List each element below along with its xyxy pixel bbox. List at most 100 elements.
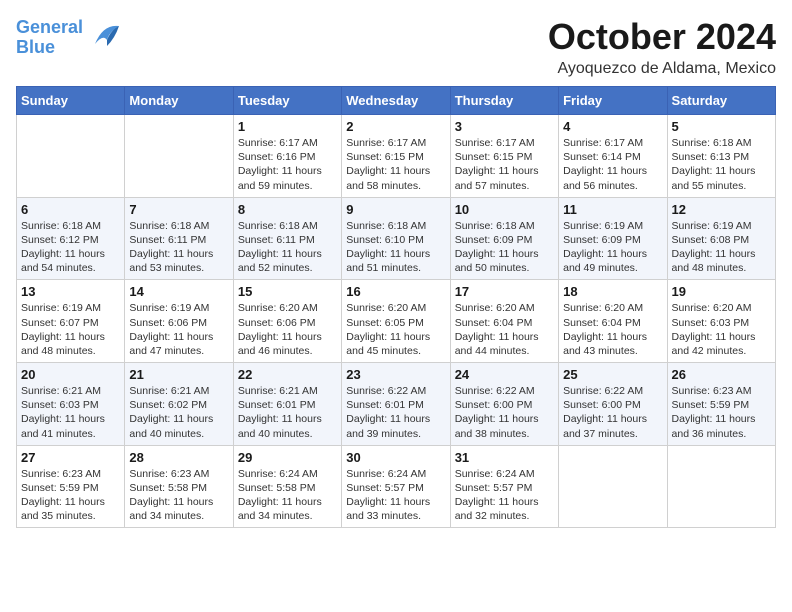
day-number: 3 [455,119,554,134]
day-info: Sunrise: 6:20 AMSunset: 6:03 PMDaylight:… [672,301,771,358]
calendar-week-row: 27Sunrise: 6:23 AMSunset: 5:59 PMDayligh… [17,445,776,528]
day-number: 25 [563,367,662,382]
calendar-cell [17,115,125,198]
day-info: Sunrise: 6:24 AMSunset: 5:58 PMDaylight:… [238,467,337,524]
calendar-cell: 27Sunrise: 6:23 AMSunset: 5:59 PMDayligh… [17,445,125,528]
day-info: Sunrise: 6:20 AMSunset: 6:04 PMDaylight:… [563,301,662,358]
logo: General Blue [16,16,125,59]
day-info: Sunrise: 6:17 AMSunset: 6:15 PMDaylight:… [455,136,554,193]
day-number: 29 [238,450,337,465]
day-of-week-header: Tuesday [233,87,341,115]
day-number: 15 [238,284,337,299]
calendar-cell: 17 Sunrise: 6:20 AMSunset: 6:04 PMDayligh… [450,280,558,363]
day-number: 7 [129,202,228,217]
day-of-week-header: Wednesday [342,87,450,115]
day-number: 16 [346,284,445,299]
day-info: Sunrise: 6:20 AMSunset: 6:06 PMDaylight:… [238,301,337,358]
day-number: 19 [672,284,771,299]
day-of-week-header: Saturday [667,87,775,115]
day-number: 12 [672,202,771,217]
day-info: Sunrise: 6:19 AMSunset: 6:09 PMDaylight:… [563,219,662,276]
day-info: Sunrise: 6:23 AMSunset: 5:58 PMDaylight:… [129,467,228,524]
calendar-week-row: 1Sunrise: 6:17 AMSunset: 6:16 PMDaylight… [17,115,776,198]
calendar-cell: 15 Sunrise: 6:20 AMSunset: 6:06 PMDayligh… [233,280,341,363]
calendar-cell: 12Sunrise: 6:19 AMSunset: 6:08 PMDayligh… [667,197,775,280]
day-info: Sunrise: 6:17 AMSunset: 6:14 PMDaylight:… [563,136,662,193]
calendar-cell: 22 Sunrise: 6:21 AMSunset: 6:01 PMDayligh… [233,363,341,446]
day-info: Sunrise: 6:20 AMSunset: 6:05 PMDaylight:… [346,301,445,358]
day-info: Sunrise: 6:21 AMSunset: 6:01 PMDaylight:… [238,384,337,441]
day-info: Sunrise: 6:20 AMSunset: 6:04 PMDaylight:… [455,301,554,358]
day-info: Sunrise: 6:23 AMSunset: 5:59 PMDaylight:… [672,384,771,441]
calendar-cell: 9Sunrise: 6:18 AMSunset: 6:10 PMDaylight… [342,197,450,280]
day-info: Sunrise: 6:18 AMSunset: 6:11 PMDaylight:… [129,219,228,276]
day-number: 14 [129,284,228,299]
calendar-cell [559,445,667,528]
day-number: 22 [238,367,337,382]
day-info: Sunrise: 6:18 AMSunset: 6:09 PMDaylight:… [455,219,554,276]
calendar-cell: 28 Sunrise: 6:23 AMSunset: 5:58 PMDayligh… [125,445,233,528]
day-number: 28 [129,450,228,465]
logo-line1: General [16,18,83,38]
calendar-cell: 24 Sunrise: 6:22 AMSunset: 6:00 PMDayligh… [450,363,558,446]
day-of-week-header: Friday [559,87,667,115]
logo-bird-icon [89,16,125,59]
calendar-cell: 18 Sunrise: 6:20 AMSunset: 6:04 PMDayligh… [559,280,667,363]
day-number: 11 [563,202,662,217]
calendar-header: SundayMondayTuesdayWednesdayThursdayFrid… [17,87,776,115]
day-number: 18 [563,284,662,299]
day-number: 17 [455,284,554,299]
calendar-cell: 19 Sunrise: 6:20 AMSunset: 6:03 PMDayligh… [667,280,775,363]
day-of-week-header: Thursday [450,87,558,115]
day-number: 23 [346,367,445,382]
calendar-cell: 3 Sunrise: 6:17 AMSunset: 6:15 PMDaylight… [450,115,558,198]
day-number: 6 [21,202,120,217]
calendar-table: SundayMondayTuesdayWednesdayThursdayFrid… [16,86,776,528]
calendar-week-row: 6 Sunrise: 6:18 AMSunset: 6:12 PMDaylight… [17,197,776,280]
day-info: Sunrise: 6:21 AMSunset: 6:03 PMDaylight:… [21,384,120,441]
day-info: Sunrise: 6:18 AMSunset: 6:13 PMDaylight:… [672,136,771,193]
day-number: 2 [346,119,445,134]
day-info: Sunrise: 6:17 AMSunset: 6:16 PMDaylight:… [238,136,337,193]
calendar-cell [125,115,233,198]
day-number: 24 [455,367,554,382]
calendar-cell: 14 Sunrise: 6:19 AMSunset: 6:06 PMDayligh… [125,280,233,363]
calendar-cell: 30Sunrise: 6:24 AMSunset: 5:57 PMDayligh… [342,445,450,528]
calendar-cell: 23Sunrise: 6:22 AMSunset: 6:01 PMDayligh… [342,363,450,446]
calendar-cell: 16 Sunrise: 6:20 AMSunset: 6:05 PMDayligh… [342,280,450,363]
logo-line2: Blue [16,38,83,58]
calendar-cell: 11 Sunrise: 6:19 AMSunset: 6:09 PMDayligh… [559,197,667,280]
title-block: October 2024 Ayoquezco de Aldama, Mexico [548,16,776,78]
day-number: 27 [21,450,120,465]
day-info: Sunrise: 6:18 AMSunset: 6:10 PMDaylight:… [346,219,445,276]
day-number: 10 [455,202,554,217]
day-info: Sunrise: 6:24 AMSunset: 5:57 PMDaylight:… [455,467,554,524]
calendar-cell: 31 Sunrise: 6:24 AMSunset: 5:57 PMDayligh… [450,445,558,528]
day-number: 26 [672,367,771,382]
day-number: 31 [455,450,554,465]
day-info: Sunrise: 6:22 AMSunset: 6:00 PMDaylight:… [563,384,662,441]
calendar-week-row: 13Sunrise: 6:19 AMSunset: 6:07 PMDayligh… [17,280,776,363]
location-title: Ayoquezco de Aldama, Mexico [548,60,776,78]
day-info: Sunrise: 6:18 AMSunset: 6:12 PMDaylight:… [21,219,120,276]
calendar-cell: 8Sunrise: 6:18 AMSunset: 6:11 PMDaylight… [233,197,341,280]
calendar-cell: 26 Sunrise: 6:23 AMSunset: 5:59 PMDayligh… [667,363,775,446]
day-info: Sunrise: 6:24 AMSunset: 5:57 PMDaylight:… [346,467,445,524]
day-number: 8 [238,202,337,217]
calendar-cell: 21 Sunrise: 6:21 AMSunset: 6:02 PMDayligh… [125,363,233,446]
calendar-cell: 4Sunrise: 6:17 AMSunset: 6:14 PMDaylight… [559,115,667,198]
calendar-cell: 7 Sunrise: 6:18 AMSunset: 6:11 PMDaylight… [125,197,233,280]
day-info: Sunrise: 6:22 AMSunset: 6:00 PMDaylight:… [455,384,554,441]
calendar-cell: 6 Sunrise: 6:18 AMSunset: 6:12 PMDaylight… [17,197,125,280]
day-info: Sunrise: 6:17 AMSunset: 6:15 PMDaylight:… [346,136,445,193]
day-info: Sunrise: 6:21 AMSunset: 6:02 PMDaylight:… [129,384,228,441]
calendar-cell: 2 Sunrise: 6:17 AMSunset: 6:15 PMDaylight… [342,115,450,198]
calendar-cell: 10 Sunrise: 6:18 AMSunset: 6:09 PMDayligh… [450,197,558,280]
day-info: Sunrise: 6:19 AMSunset: 6:07 PMDaylight:… [21,301,120,358]
day-number: 21 [129,367,228,382]
day-info: Sunrise: 6:19 AMSunset: 6:06 PMDaylight:… [129,301,228,358]
calendar-cell: 5 Sunrise: 6:18 AMSunset: 6:13 PMDaylight… [667,115,775,198]
calendar-cell: 29 Sunrise: 6:24 AMSunset: 5:58 PMDayligh… [233,445,341,528]
month-title: October 2024 [548,16,776,58]
day-number: 5 [672,119,771,134]
